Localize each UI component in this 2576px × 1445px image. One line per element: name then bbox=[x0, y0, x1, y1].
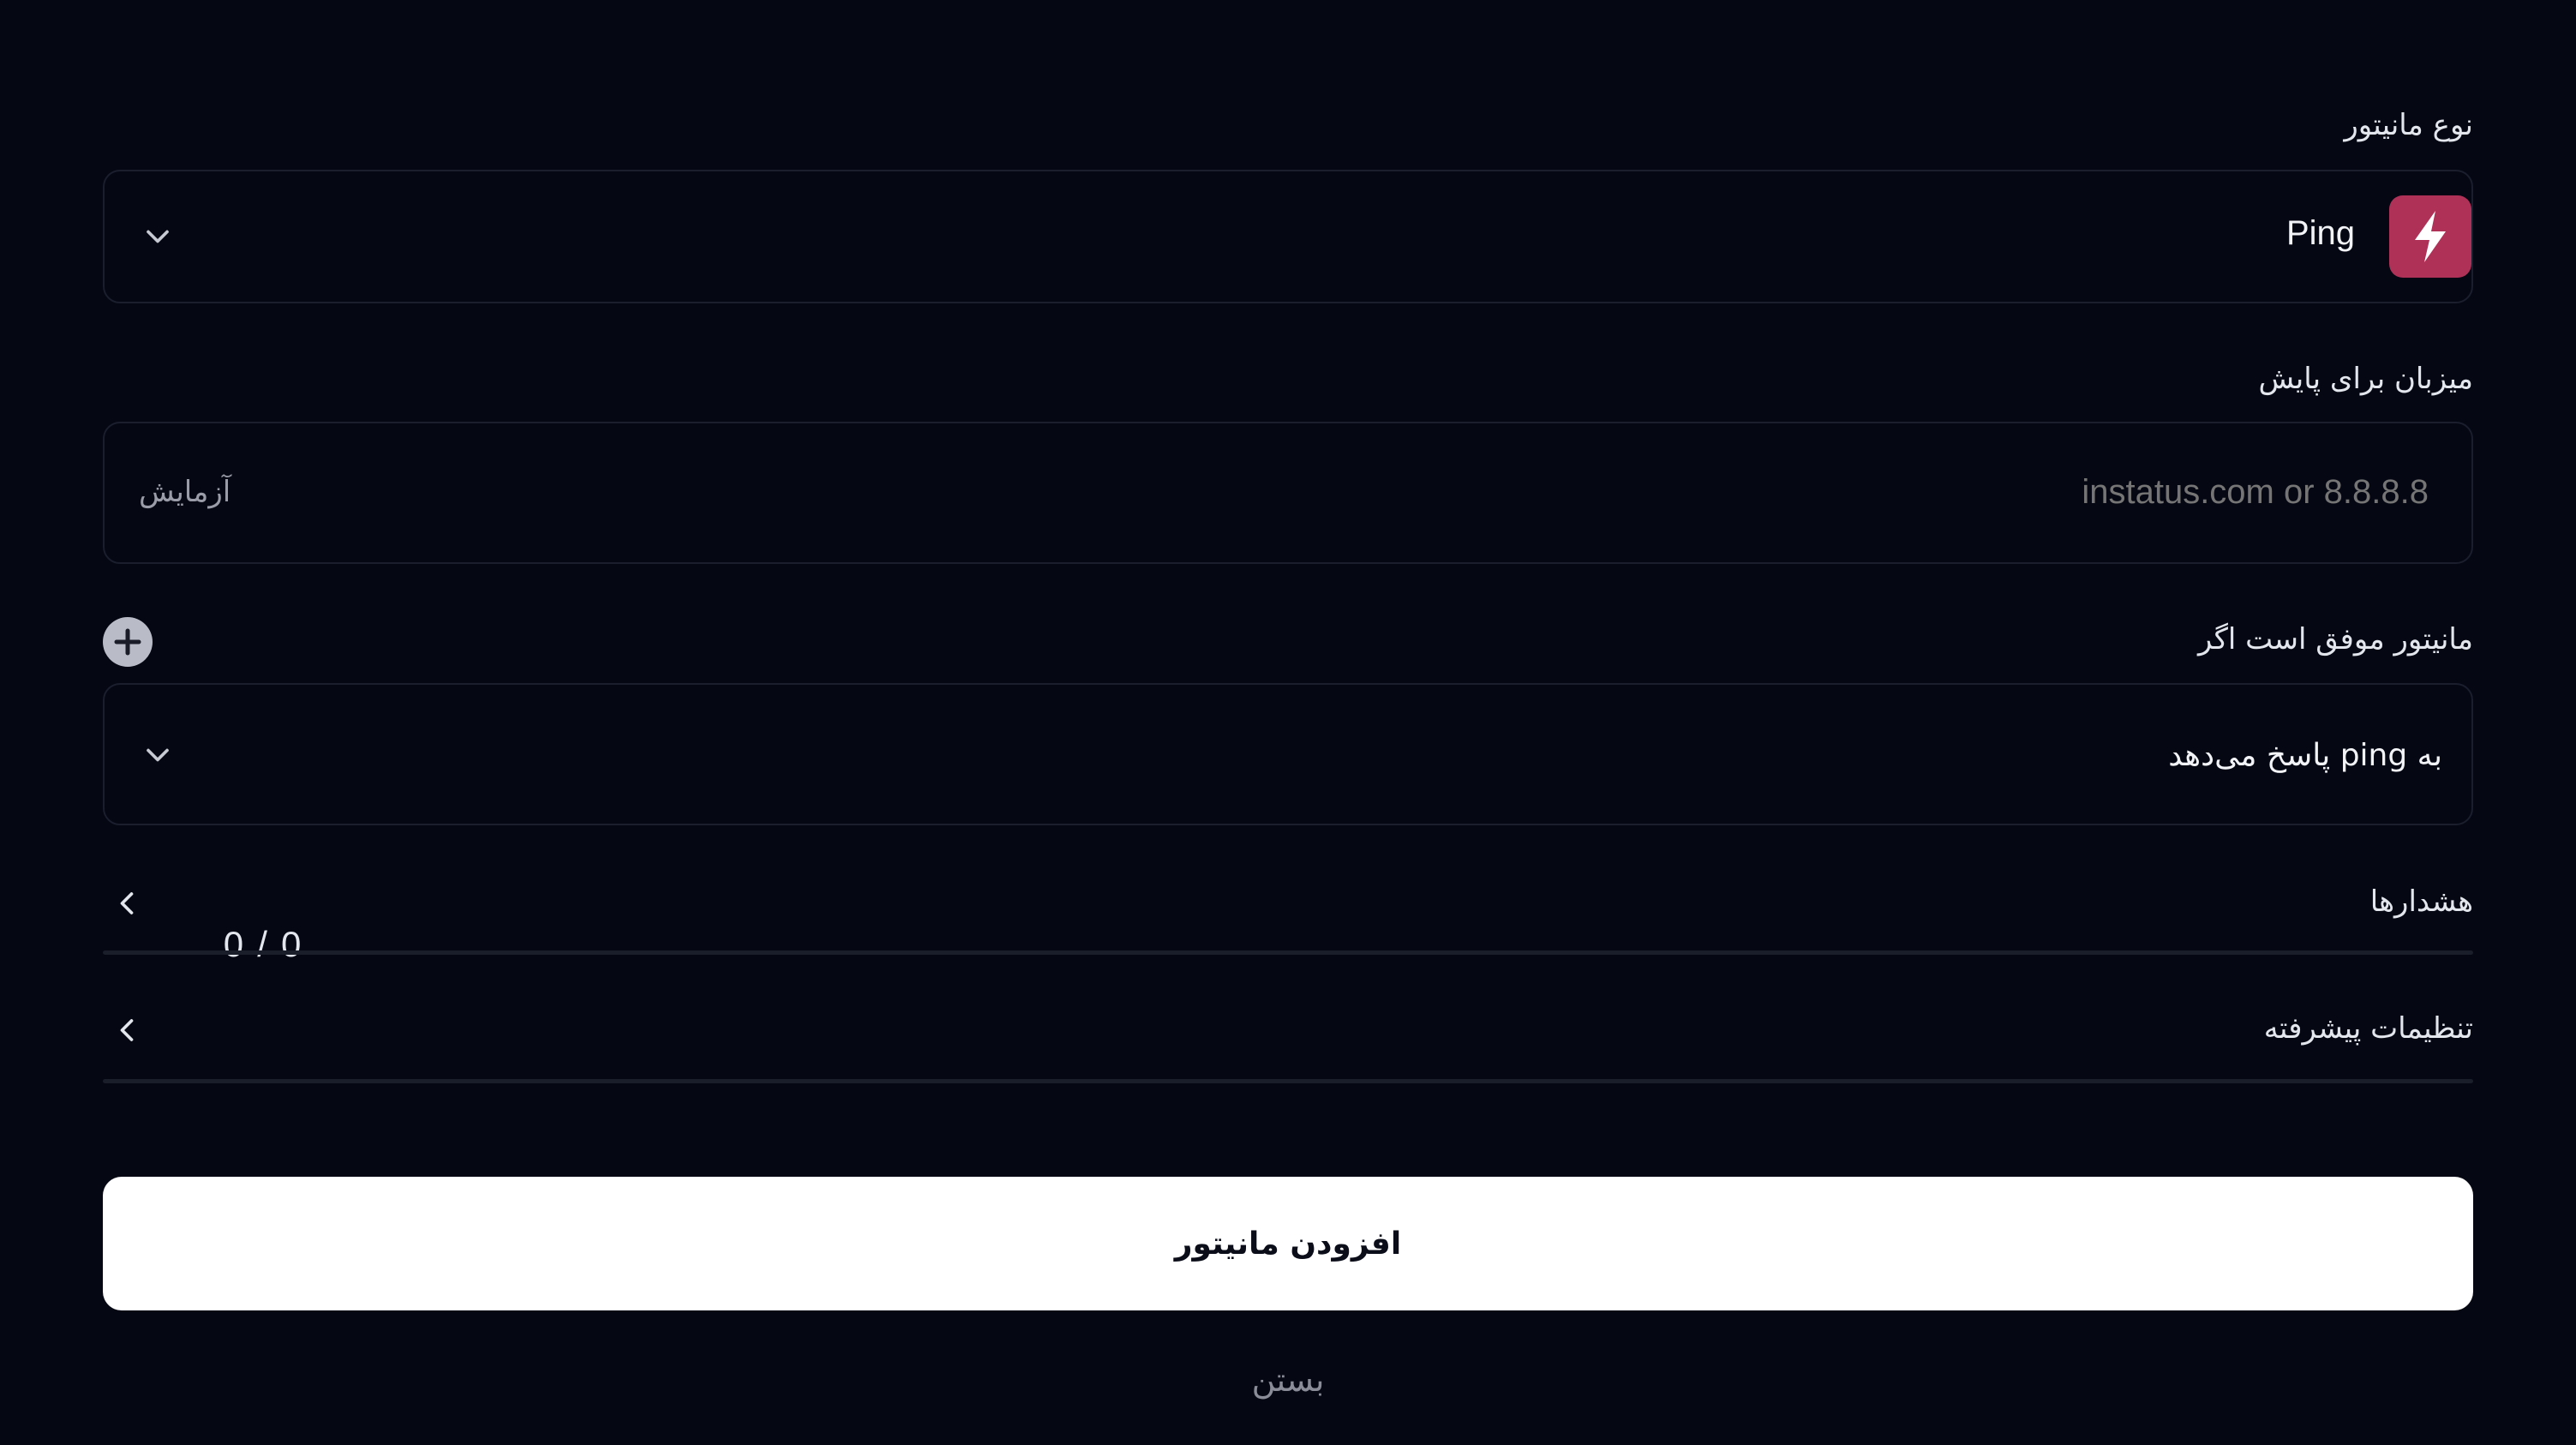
close-button[interactable]: بستن bbox=[0, 1361, 2576, 1399]
alerts-count: 0 bbox=[223, 924, 244, 964]
monitor-type-select[interactable]: Ping bbox=[103, 170, 2473, 303]
alerts-label: هشدارها bbox=[2369, 884, 2473, 919]
monitor-type-label: نوع مانیتور bbox=[2344, 108, 2473, 142]
lightning-icon bbox=[2389, 195, 2471, 278]
advanced-settings-label: تنظیمات پیشرفته bbox=[2263, 1011, 2473, 1046]
divider bbox=[103, 950, 2473, 955]
advanced-settings-row[interactable]: تنظیمات پیشرفته bbox=[103, 999, 2473, 1063]
close-label: بستن bbox=[1251, 1361, 1325, 1399]
chevron-left-icon bbox=[108, 1011, 146, 1049]
chevron-down-icon bbox=[139, 736, 177, 774]
monitor-type-value: Ping bbox=[2285, 214, 2355, 252]
chevron-left-icon bbox=[108, 884, 146, 922]
add-monitor-label: افزودن مانیتور bbox=[1174, 1226, 1402, 1262]
alerts-total: 0 bbox=[281, 924, 302, 964]
alerts-counter: 0 / 0 bbox=[183, 883, 302, 1006]
host-input[interactable] bbox=[1227, 461, 2430, 523]
alerts-separator: / bbox=[257, 924, 267, 964]
alerts-row[interactable]: 0 / 0 هشدارها bbox=[103, 872, 2473, 964]
success-condition-label: مانیتور موفق است اگر bbox=[2197, 622, 2473, 657]
test-button[interactable]: آزمایش bbox=[139, 475, 231, 509]
divider bbox=[103, 1079, 2473, 1083]
plus-circle-icon[interactable] bbox=[103, 617, 153, 667]
add-monitor-button[interactable]: افزودن مانیتور bbox=[103, 1177, 2473, 1310]
chevron-down-icon bbox=[139, 218, 177, 255]
host-label: میزبان برای پایش bbox=[2258, 362, 2473, 396]
success-condition-value: به ping پاسخ می‌دهد bbox=[2168, 738, 2442, 773]
host-input-box: آزمایش bbox=[103, 422, 2473, 564]
success-condition-select[interactable]: به ping پاسخ می‌دهد bbox=[103, 683, 2473, 825]
